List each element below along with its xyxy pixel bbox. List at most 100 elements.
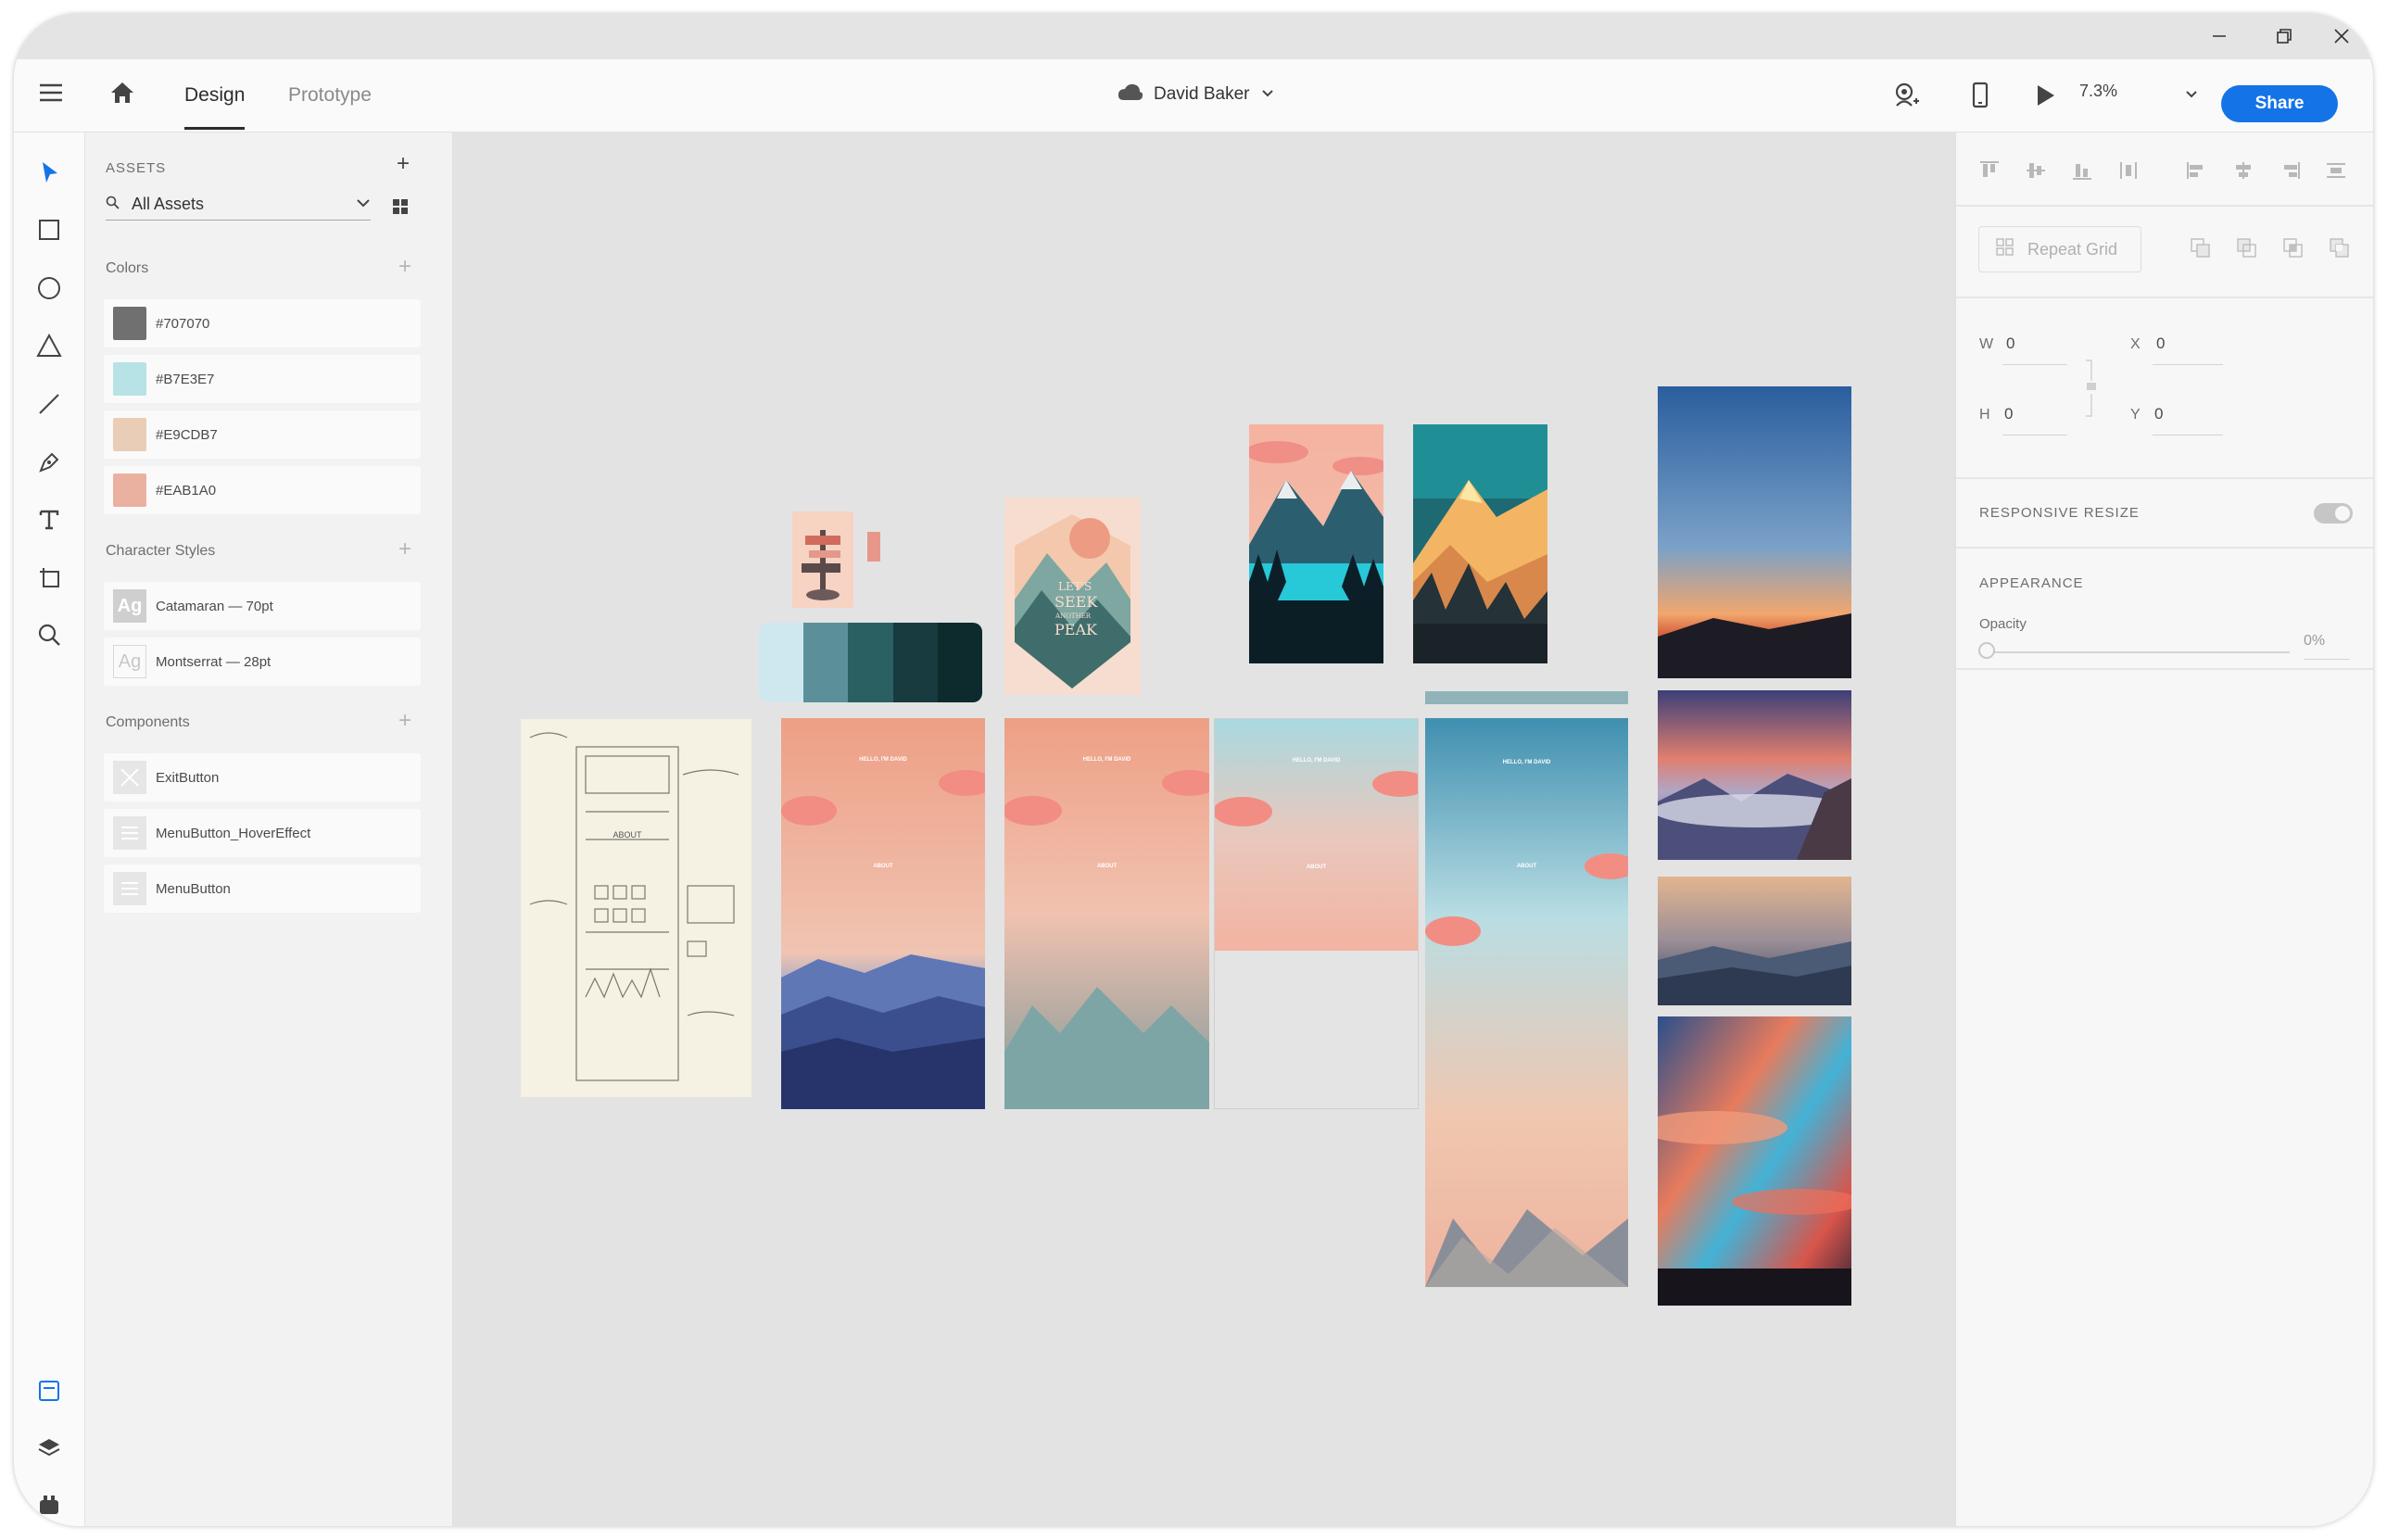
text-tool-icon[interactable] [32, 502, 67, 537]
color-asset[interactable]: #EAB1A0 [104, 466, 421, 514]
repeat-grid-button[interactable]: Repeat Grid [1978, 226, 2141, 272]
component-asset[interactable]: MenuButton_HoverEffect [104, 809, 421, 857]
component-label: ExitButton [156, 769, 220, 786]
pen-tool-icon[interactable] [32, 445, 67, 480]
boolean-add-icon[interactable] [2190, 237, 2212, 264]
plugins-icon[interactable] [32, 1487, 67, 1522]
invite-user-icon[interactable] [1892, 82, 1920, 109]
home-icon[interactable] [109, 80, 135, 106]
alignment-section [1956, 133, 2373, 207]
artboard-section-title: ABOUT [1096, 864, 1118, 869]
grid-view-icon[interactable] [392, 198, 409, 220]
hamburger-menu-icon[interactable] [38, 80, 64, 106]
mountain-poster[interactable]: LET'S SEEK ANOTHER PEAK [1004, 498, 1141, 695]
artboard-section-title: ABOUT [1516, 864, 1537, 869]
component-asset[interactable]: MenuButton [104, 865, 421, 913]
component-thumbnail-icon [113, 761, 146, 794]
poster-text: LET'S [1058, 580, 1092, 593]
add-color-icon[interactable]: + [398, 256, 411, 278]
distribute-horizontal-icon[interactable] [2325, 160, 2347, 185]
tab-design[interactable]: Design [184, 59, 246, 132]
x-field[interactable]: 0 [2156, 335, 2165, 353]
colorful-sky-photo[interactable] [1658, 1016, 1851, 1306]
component-thumbnail-icon [113, 816, 146, 850]
align-right-icon[interactable] [2279, 160, 2301, 185]
appearance-label: APPEARANCE [1979, 575, 2084, 591]
layers-icon[interactable] [32, 1431, 67, 1466]
align-bottom-icon[interactable] [2071, 160, 2093, 185]
color-label: #B7E3E7 [156, 371, 215, 387]
ellipse-tool-icon[interactable] [32, 271, 67, 306]
lock-aspect-icon[interactable] [2084, 357, 2097, 426]
chevron-down-icon [356, 197, 371, 214]
zoom-dropdown[interactable]: 7.3% [2079, 82, 2204, 101]
restore-icon[interactable] [2266, 19, 2303, 53]
height-field[interactable]: 0 [2004, 405, 2013, 423]
component-asset[interactable]: ExitButton [104, 753, 421, 802]
tab-prototype[interactable]: Prototype [288, 59, 372, 132]
add-character-style-icon[interactable]: + [398, 538, 411, 561]
dusk-hills-photo[interactable] [1658, 877, 1851, 1005]
y-field[interactable]: 0 [2154, 405, 2163, 423]
rectangle-tool-icon[interactable] [32, 212, 67, 247]
zoom-tool-icon[interactable] [32, 617, 67, 652]
artboard-home-long[interactable]: HELLO, I'M DAVID ABOUT [1425, 718, 1628, 1287]
color-asset[interactable]: #E9CDB7 [104, 410, 421, 459]
artboard-header-bar[interactable] [1425, 691, 1628, 704]
align-center-icon[interactable] [2232, 160, 2254, 185]
boolean-intersect-icon[interactable] [2282, 237, 2305, 264]
color-asset[interactable]: #707070 [104, 299, 421, 347]
assets-header: ASSETS [106, 160, 167, 176]
sunset-mountain-illustration[interactable] [1413, 424, 1547, 663]
align-middle-icon[interactable] [2025, 160, 2047, 185]
width-field[interactable]: 0 [2006, 335, 2014, 353]
artboard-tool-icon[interactable] [32, 560, 67, 595]
color-asset[interactable]: #B7E3E7 [104, 355, 421, 403]
share-button[interactable]: Share [2221, 85, 2338, 122]
line-tool-icon[interactable] [32, 386, 67, 422]
play-icon[interactable] [2034, 83, 2056, 107]
asset-filter-dropdown[interactable]: All Assets [106, 190, 371, 221]
align-top-icon[interactable] [1978, 160, 2001, 185]
artboard-heading: HELLO, I'M DAVID [859, 757, 907, 763]
character-style-asset[interactable]: Ag Catamaran — 70pt [104, 582, 421, 630]
fog-mountain-photo[interactable] [1658, 690, 1851, 860]
opacity-slider-thumb[interactable] [1978, 642, 1995, 659]
select-tool-icon[interactable] [32, 155, 67, 190]
polygon-tool-icon[interactable] [32, 328, 67, 363]
boolean-exclude-icon[interactable] [2329, 237, 2351, 264]
appearance-section: APPEARANCE Opacity 0% [1956, 548, 2373, 670]
document-user-menu[interactable]: David Baker [1117, 82, 1274, 107]
boolean-subtract-icon[interactable] [2236, 237, 2258, 264]
opacity-value-field[interactable]: 0% [2304, 633, 2325, 650]
close-icon[interactable] [2323, 19, 2360, 53]
sunset-photo[interactable] [1658, 386, 1851, 678]
responsive-resize-toggle[interactable] [2314, 503, 2353, 524]
color-chip[interactable] [867, 532, 880, 562]
opacity-slider-track[interactable] [1984, 651, 2290, 653]
artboard-section-title: ABOUT [1306, 865, 1327, 870]
minimize-icon[interactable] [2201, 19, 2238, 53]
artboard-home-v3[interactable]: HELLO, I'M DAVID ABOUT [1214, 718, 1419, 1109]
distribute-vertical-icon[interactable] [2117, 160, 2140, 185]
zoom-value: 7.3% [2079, 82, 2118, 100]
chevron-down-icon [2185, 87, 2198, 104]
character-style-asset[interactable]: Ag Montserrat — 28pt [104, 637, 421, 686]
wireframe-sketch[interactable]: ABOUT [521, 719, 751, 1097]
character-style-label: Montserrat — 28pt [156, 653, 272, 670]
align-left-icon[interactable] [2186, 160, 2208, 185]
mountain-lake-illustration[interactable] [1249, 424, 1383, 663]
artboard-heading: HELLO, I'M DAVID [1082, 757, 1131, 763]
add-asset-icon[interactable]: + [397, 153, 410, 175]
assets-panel-icon[interactable] [32, 1373, 67, 1408]
cloud-icon [1117, 82, 1144, 107]
artboard-home-v1[interactable]: HELLO, I'M DAVID ABOUT [781, 718, 985, 1109]
palette-strip[interactable] [759, 623, 982, 702]
poster-text: SEEK [1055, 593, 1098, 611]
design-canvas[interactable]: LET'S SEEK ANOTHER PEAK ABOUT HELLO, I'M… [453, 133, 1970, 1526]
signpost-illustration[interactable] [792, 511, 853, 608]
mobile-preview-icon[interactable] [1971, 82, 1989, 109]
title-bar [14, 14, 2373, 59]
artboard-home-v2[interactable]: HELLO, I'M DAVID ABOUT [1004, 718, 1209, 1109]
add-component-icon[interactable]: + [398, 710, 411, 732]
